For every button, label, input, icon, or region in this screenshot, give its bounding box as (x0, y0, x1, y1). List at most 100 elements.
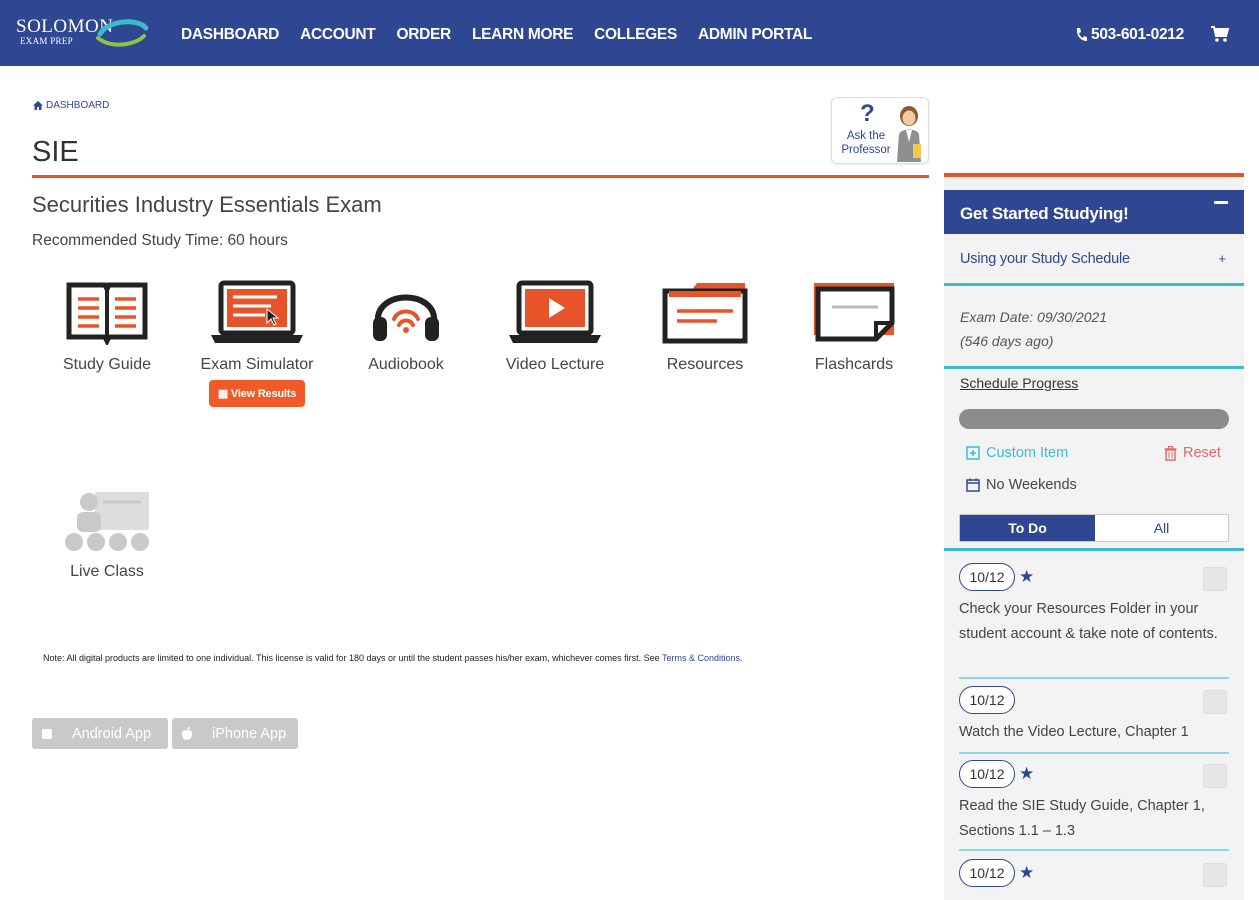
tile-label: Video Lecture (505, 356, 605, 373)
apple-icon (180, 726, 194, 741)
top-navbar: SOLOMON EXAM PREP DASHBOARD ACCOUNT ORDE… (0, 0, 1259, 66)
custom-item-label: Custom Item (986, 445, 1069, 461)
terms-conditions-link[interactable]: Terms & Conditions. (662, 653, 743, 663)
tile-exam-simulator[interactable]: Exam Simulator ▦ View Results (192, 275, 322, 407)
ask-the-professor-button[interactable]: ? Ask the Professor (831, 97, 929, 164)
home-icon (33, 101, 43, 110)
no-weekends-toggle[interactable]: No Weekends (966, 477, 1077, 493)
iphone-app-button[interactable]: iPhone App (172, 718, 298, 749)
reset-button[interactable]: Reset (1164, 445, 1221, 461)
main-nav: DASHBOARD ACCOUNT ORDER LEARN MORE COLLE… (181, 26, 833, 44)
expand-plus-icon[interactable]: + (1218, 251, 1226, 266)
tile-label: Live Class (70, 563, 144, 580)
task-date-badge: 10/12 (959, 859, 1015, 887)
nav-learn-more[interactable]: LEARN MORE (472, 26, 574, 44)
headphones-icon (373, 294, 439, 341)
tile-resources[interactable]: Resources (640, 275, 770, 378)
tile-label: Audiobook (368, 356, 444, 373)
star-icon: ★ (1019, 764, 1035, 783)
tile-study-guide[interactable]: Study Guide (42, 275, 172, 378)
study-schedule-link[interactable]: Using your Study Schedule (960, 251, 1130, 267)
android-app-button[interactable]: Android App (32, 718, 168, 749)
nav-account[interactable]: ACCOUNT (300, 26, 376, 44)
video-laptop-icon (509, 280, 601, 343)
tile-live-class: Live Class (42, 482, 172, 585)
tile-video-lecture[interactable]: Video Lecture (490, 275, 620, 378)
plus-square-icon (966, 446, 980, 460)
tab-all[interactable]: All (1095, 515, 1228, 541)
tile-label: Exam Simulator (200, 356, 314, 373)
task-date-badge: 10/12 (959, 686, 1015, 714)
custom-item-button[interactable]: Custom Item (966, 445, 1068, 461)
laptop-icon (211, 280, 303, 343)
question-mark-icon: ? (860, 100, 875, 127)
exam-date: Exam Date: 09/30/2021 (960, 309, 1108, 325)
reset-label: Reset (1183, 445, 1221, 461)
study-sidebar: Get Started Studying! Using your Study S… (944, 173, 1244, 900)
shopping-cart-icon[interactable] (1210, 25, 1230, 48)
calendar-icon (966, 478, 980, 492)
classroom-icon (65, 492, 149, 551)
sidebar-header[interactable]: Get Started Studying! (944, 190, 1244, 234)
task-date-badge: 10/12 (959, 563, 1015, 591)
view-results-label: View Results (230, 388, 297, 400)
phone-number: 503-601-0212 (1091, 26, 1184, 43)
logo-swoosh-icon (96, 19, 149, 47)
schedule-progress-bar (959, 409, 1229, 429)
star-icon: ★ (1019, 863, 1035, 882)
recommended-study-time: Recommended Study Time: 60 hours (32, 232, 288, 249)
task-divider (959, 752, 1229, 754)
ask-professor-line1: Ask the (846, 130, 886, 142)
todo-all-toggle: To Do All (959, 514, 1229, 542)
ask-professor-label: Ask the Professor (837, 129, 895, 157)
title-divider (32, 175, 929, 178)
task-divider (959, 849, 1229, 851)
schedule-progress-label[interactable]: Schedule Progress (960, 375, 1078, 391)
android-icon (40, 728, 54, 740)
exam-date-block: Exam Date: 09/30/2021 (546 days ago) (960, 305, 1107, 353)
license-note-text: Note: All digital products are limited t… (43, 653, 660, 663)
trash-icon (1164, 445, 1177, 461)
section-divider (944, 548, 1244, 551)
task-checkbox[interactable] (1203, 764, 1227, 788)
collapse-icon[interactable] (1214, 201, 1228, 204)
nav-admin-portal[interactable]: ADMIN PORTAL (698, 26, 812, 44)
phone-icon (1076, 28, 1087, 41)
tab-todo[interactable]: To Do (960, 515, 1095, 541)
professor-avatar-icon (897, 106, 921, 162)
no-weekends-label: No Weekends (986, 477, 1077, 493)
task-text: Check your Resources Folder in your stud… (959, 601, 1218, 642)
task-checkbox[interactable] (1203, 863, 1227, 887)
android-app-label: Android App (72, 725, 152, 742)
breadcrumb-label: DASHBOARD (46, 100, 110, 111)
task-text: Read the SIE Study Guide, Chapter 1, Sec… (959, 798, 1205, 839)
flashcard-icon (814, 283, 895, 342)
license-note: Note: All digital products are limited t… (43, 653, 743, 663)
tile-audiobook[interactable]: Audiobook (341, 275, 471, 378)
task-divider (959, 677, 1229, 679)
section-divider (944, 366, 1244, 369)
exam-days-ago: (546 days ago) (960, 333, 1054, 349)
sidebar-top-rule (944, 173, 1244, 177)
phone-link[interactable]: 503-601-0212 (1074, 26, 1184, 44)
nav-dashboard[interactable]: DASHBOARD (181, 26, 279, 44)
tile-label: Resources (666, 356, 744, 373)
exam-full-name: Securities Industry Essentials Exam (32, 192, 382, 217)
section-divider (944, 283, 1244, 286)
page-title: SIE (32, 136, 79, 168)
task-checkbox[interactable] (1203, 567, 1227, 591)
task-checkbox[interactable] (1203, 690, 1227, 714)
task-text: Watch the Video Lecture, Chapter 1 (959, 724, 1189, 740)
folder-icon (662, 283, 748, 344)
tile-flashcards[interactable]: Flashcards (789, 275, 919, 378)
view-results-button[interactable]: ▦ View Results (208, 380, 306, 407)
breadcrumb[interactable]: DASHBOARD (33, 100, 109, 111)
iphone-app-label: iPhone App (212, 725, 287, 742)
star-icon: ★ (1019, 567, 1035, 586)
task-date-badge: 10/12 (959, 760, 1015, 788)
tile-label: Study Guide (62, 356, 152, 373)
nav-order[interactable]: ORDER (396, 26, 451, 44)
solomon-logo[interactable]: SOLOMON EXAM PREP (14, 16, 154, 52)
open-book-icon (66, 282, 148, 345)
nav-colleges[interactable]: COLLEGES (594, 26, 677, 44)
